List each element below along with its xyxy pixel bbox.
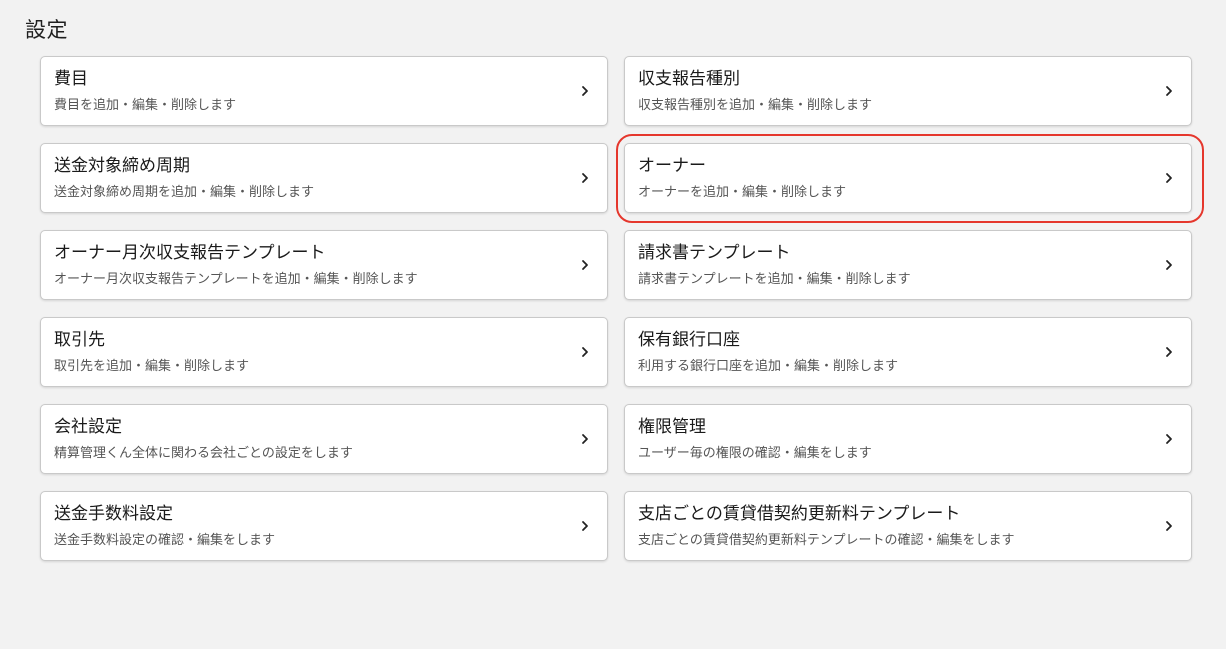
chevron-right-icon — [1165, 172, 1173, 184]
highlight-ring — [616, 134, 1204, 223]
card-description: オーナー月次収支報告テンプレートを追加・編集・削除します — [54, 272, 418, 287]
chevron-right-icon — [1165, 346, 1173, 358]
card-title: 請求書テンプレート — [638, 243, 791, 263]
card-description: 収支報告種別を追加・編集・削除します — [638, 98, 873, 113]
chevron-right-icon — [581, 85, 589, 97]
card-title: オーナー — [638, 156, 706, 176]
settings-card-grid: 費目 費目を追加・編集・削除します 収支報告種別 収支報告種別を追加・編集・削除… — [40, 56, 1204, 561]
settings-card-remittance-cycle[interactable]: 送金対象締め周期 送金対象締め周期を追加・編集・削除します — [40, 143, 608, 213]
chevron-right-icon — [581, 172, 589, 184]
card-title: 送金手数料設定 — [54, 504, 173, 524]
card-description: オーナーを追加・編集・削除します — [638, 185, 847, 200]
settings-card-owners[interactable]: オーナー オーナーを追加・編集・削除します — [616, 134, 1204, 223]
card-title: オーナー月次収支報告テンプレート — [54, 243, 326, 263]
chevron-right-icon — [1165, 520, 1173, 532]
settings-card-company-settings[interactable]: 会社設定 精算管理くん全体に関わる会社ごとの設定をします — [40, 404, 608, 474]
card-title: 支店ごとの賃貸借契約更新料テンプレート — [638, 504, 961, 524]
chevron-right-icon — [581, 259, 589, 271]
card-title: 収支報告種別 — [638, 69, 740, 89]
card-title: 取引先 — [54, 330, 105, 350]
chevron-right-icon — [1165, 85, 1173, 97]
settings-card-permissions[interactable]: 権限管理 ユーザー毎の権限の確認・編集をします — [624, 404, 1192, 474]
chevron-right-icon — [581, 520, 589, 532]
card-description: 費目を追加・編集・削除します — [54, 98, 237, 113]
settings-card-owner-report-template[interactable]: オーナー月次収支報告テンプレート オーナー月次収支報告テンプレートを追加・編集・… — [40, 230, 608, 300]
settings-card-expense-items[interactable]: 費目 費目を追加・編集・削除します — [40, 56, 608, 126]
card-title: 保有銀行口座 — [638, 330, 740, 350]
card-description: 精算管理くん全体に関わる会社ごとの設定をします — [54, 446, 353, 461]
settings-card-remittance-fee[interactable]: 送金手数料設定 送金手数料設定の確認・編集をします — [40, 491, 608, 561]
card-description: ユーザー毎の権限の確認・編集をします — [638, 446, 872, 461]
card-description: 利用する銀行口座を追加・編集・削除します — [638, 359, 899, 374]
card-title: 送金対象締め周期 — [54, 156, 190, 176]
settings-card-renewal-fee-template[interactable]: 支店ごとの賃貸借契約更新料テンプレート 支店ごとの賃貸借契約更新料テンプレートの… — [624, 491, 1192, 561]
card-description: 送金手数料設定の確認・編集をします — [54, 533, 276, 548]
card-description: 支店ごとの賃貸借契約更新料テンプレートの確認・編集をします — [638, 533, 1015, 548]
card-title: 会社設定 — [54, 417, 122, 437]
chevron-right-icon — [1165, 433, 1173, 445]
card-title: 権限管理 — [638, 417, 706, 437]
settings-card-bank-accounts[interactable]: 保有銀行口座 利用する銀行口座を追加・編集・削除します — [624, 317, 1192, 387]
settings-card-report-types[interactable]: 収支報告種別 収支報告種別を追加・編集・削除します — [624, 56, 1192, 126]
card-title: 費目 — [54, 69, 88, 89]
page-title: 設定 — [25, 18, 68, 43]
card-description: 取引先を追加・編集・削除します — [54, 359, 250, 374]
chevron-right-icon — [581, 433, 589, 445]
card-description: 請求書テンプレートを追加・編集・削除します — [638, 272, 911, 287]
chevron-right-icon — [1165, 259, 1173, 271]
chevron-right-icon — [581, 346, 589, 358]
card-description: 送金対象締め周期を追加・編集・削除します — [54, 185, 315, 200]
settings-card-invoice-template[interactable]: 請求書テンプレート 請求書テンプレートを追加・編集・削除します — [624, 230, 1192, 300]
settings-card-business-partners[interactable]: 取引先 取引先を追加・編集・削除します — [40, 317, 608, 387]
